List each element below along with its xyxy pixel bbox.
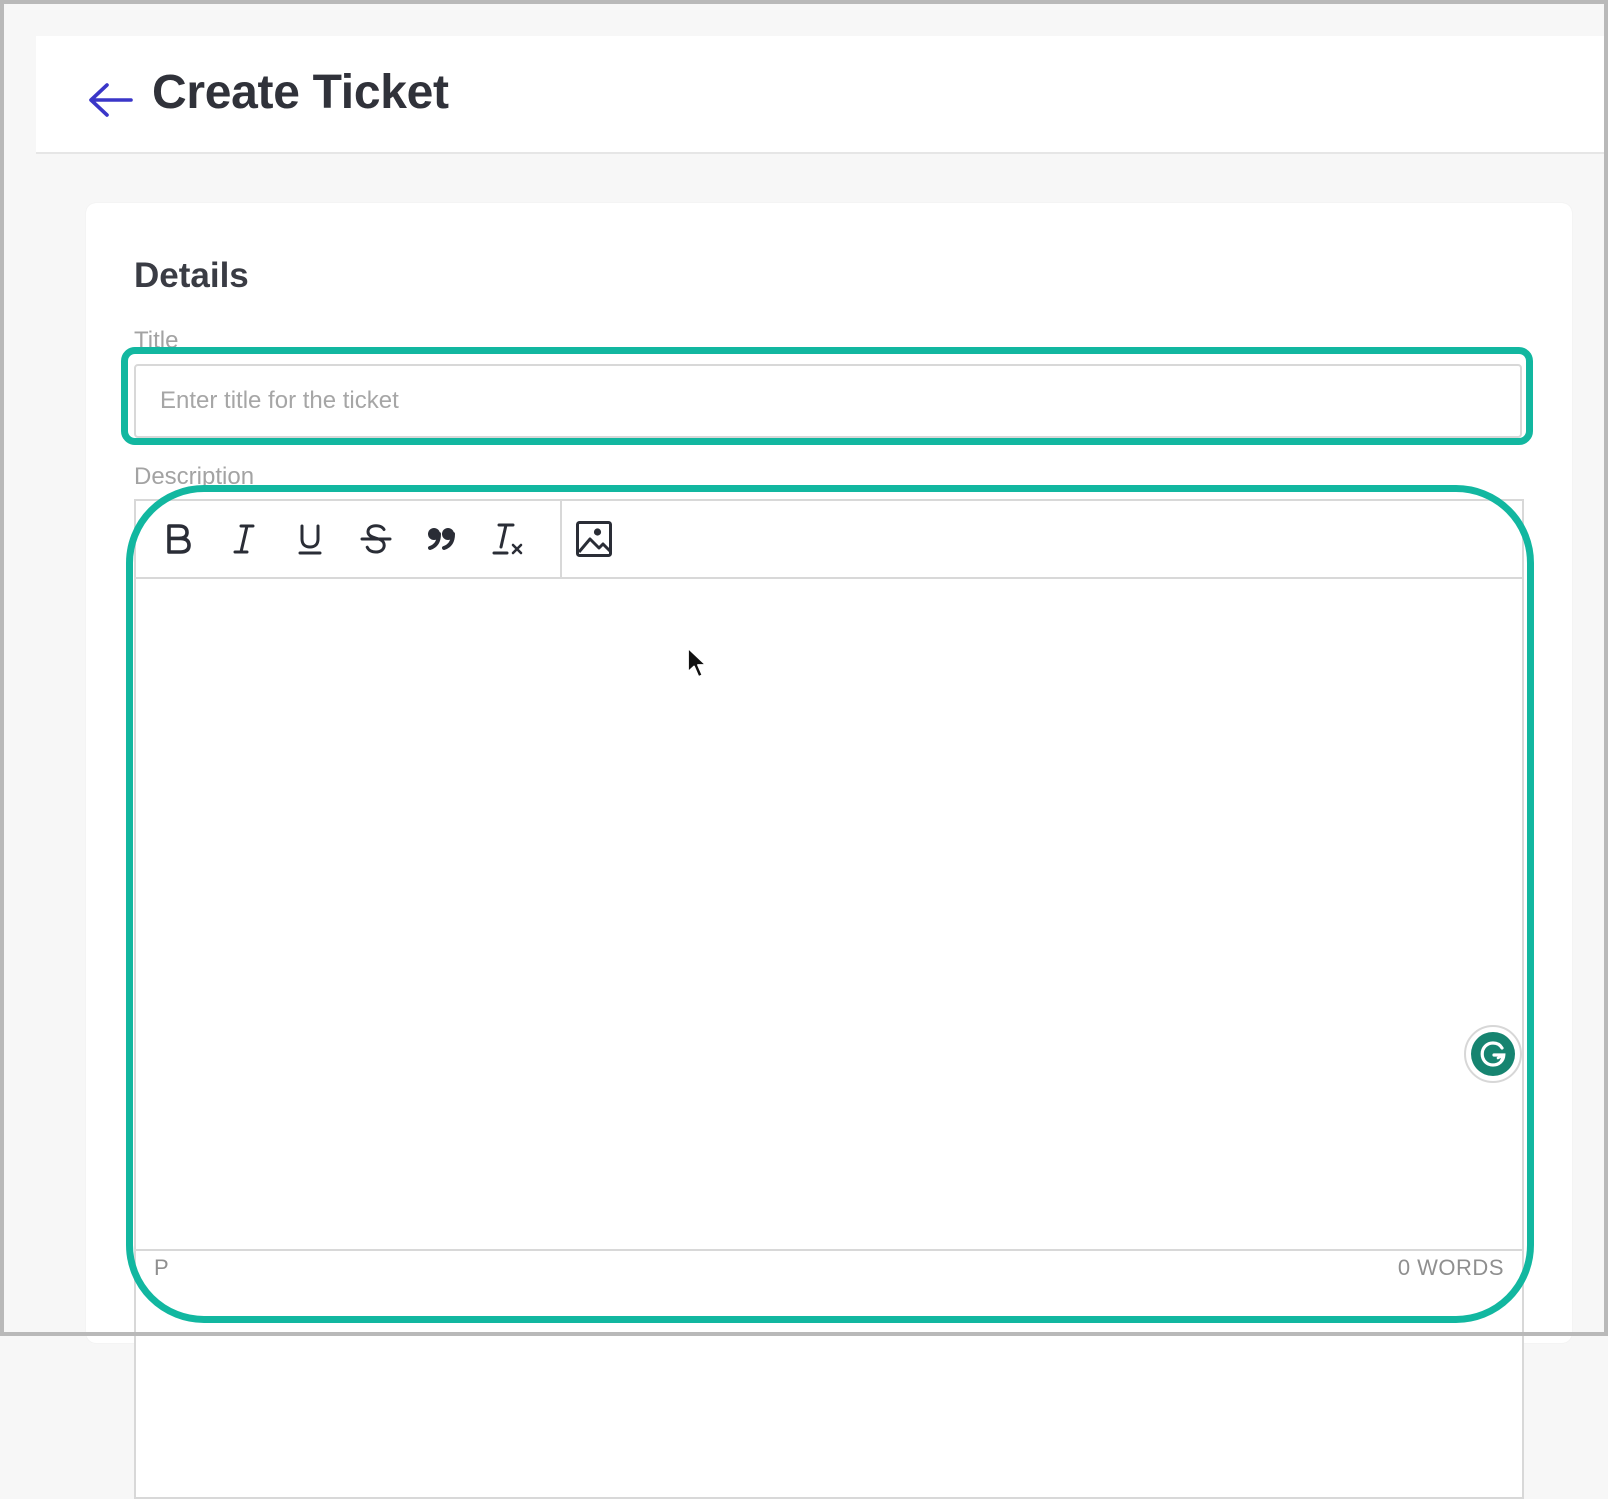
title-label: Title	[134, 327, 179, 354]
clear-format-icon	[492, 523, 523, 555]
editor-toolbar	[136, 501, 1522, 579]
italic-icon	[233, 524, 255, 554]
description-label: Description	[134, 463, 255, 490]
quote-icon	[428, 528, 455, 550]
underline-icon	[298, 524, 322, 555]
word-count: 0 WORDS	[1397, 1255, 1504, 1280]
insert-image-button[interactable]	[572, 517, 616, 561]
grammarly-button[interactable]	[1464, 1025, 1522, 1083]
section-heading: Details	[134, 256, 249, 295]
blockquote-button[interactable]	[420, 517, 464, 561]
title-input[interactable]	[134, 364, 1522, 438]
bold-icon	[167, 524, 191, 554]
page-title: Create Ticket	[152, 66, 449, 119]
toolbar-separator	[560, 501, 562, 577]
element-path: P	[154, 1255, 169, 1280]
description-editor: P 0 WORDS	[134, 499, 1524, 1499]
underline-button[interactable]	[288, 517, 332, 561]
details-card: Details Title Description	[86, 203, 1572, 1499]
italic-button[interactable]	[222, 517, 266, 561]
bold-button[interactable]	[156, 517, 200, 561]
grammarly-badge	[1471, 1032, 1515, 1076]
back-button[interactable]	[86, 78, 134, 122]
page-header: Create Ticket	[36, 36, 1608, 154]
clear-formatting-button[interactable]	[486, 517, 530, 561]
grammarly-icon	[1480, 1041, 1506, 1067]
strikethrough-button[interactable]	[354, 517, 398, 561]
arrow-left-icon	[89, 83, 133, 117]
description-content-area[interactable]	[136, 579, 1522, 1249]
editor-status-bar: P 0 WORDS	[136, 1249, 1522, 1283]
image-icon	[576, 521, 612, 557]
mouse-cursor-icon	[687, 647, 707, 678]
strikethrough-icon	[360, 524, 392, 554]
